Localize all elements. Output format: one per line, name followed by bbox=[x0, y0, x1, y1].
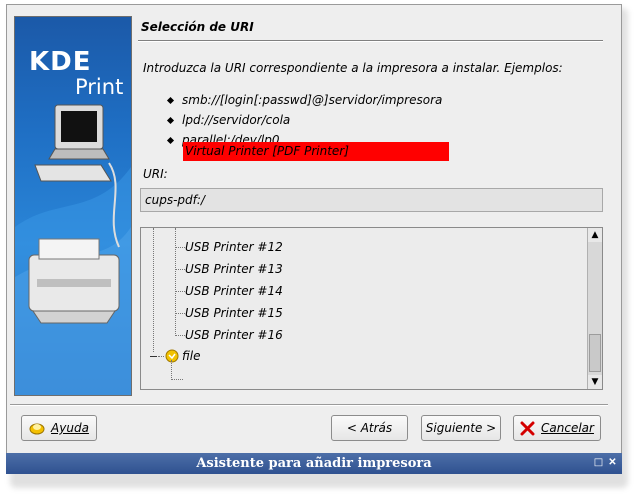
file-protocol-icon bbox=[165, 349, 179, 363]
scroll-down-icon[interactable]: ▼ bbox=[588, 375, 602, 389]
tree-item[interactable]: USB Printer #13 bbox=[185, 258, 283, 280]
tree-branch-line bbox=[175, 228, 176, 336]
bullet-icon bbox=[166, 136, 175, 145]
list-item: lpd://servidor/cola bbox=[166, 112, 442, 132]
kde-logo-text: KDE bbox=[29, 47, 92, 77]
example-text: lpd://servidor/cola bbox=[182, 113, 291, 127]
tree-item[interactable]: USB Printer #16 bbox=[185, 324, 283, 346]
print-logo-text: Print bbox=[75, 75, 124, 99]
tree-expander[interactable] bbox=[149, 352, 158, 361]
help-button[interactable]: Ayuda bbox=[21, 415, 97, 441]
window-titlebar[interactable]: Asistente para añadir impresora □ ✕ bbox=[6, 453, 622, 474]
help-label: Ayuda bbox=[51, 421, 89, 435]
tree-content: USB Printer #12 USB Printer #13 USB Prin… bbox=[141, 228, 587, 389]
page-title: Selección de URI bbox=[141, 20, 254, 34]
tree-connector bbox=[175, 291, 185, 292]
selected-printer-item[interactable]: Virtual Printer [PDF Printer] bbox=[183, 142, 449, 161]
tree-item[interactable]: USB Printer #12 bbox=[185, 236, 283, 258]
uri-input[interactable]: cups-pdf:/ bbox=[140, 188, 603, 212]
help-lifebuoy-icon bbox=[29, 423, 45, 435]
cancel-label: Cancelar bbox=[541, 421, 594, 435]
bullet-icon bbox=[166, 116, 175, 125]
tree-connector bbox=[175, 335, 185, 336]
back-label: < Atrás bbox=[346, 421, 393, 435]
tree-item[interactable]: USB Printer #14 bbox=[185, 280, 283, 302]
tree-connector bbox=[175, 269, 185, 270]
tree-connector bbox=[175, 247, 185, 248]
next-label: Siguiente > bbox=[425, 421, 497, 435]
intro-text: Introduzca la URI correspondiente a la i… bbox=[143, 61, 563, 75]
tree-branch-line bbox=[171, 360, 172, 380]
tree-connector bbox=[171, 379, 183, 380]
back-button[interactable]: < Atrás bbox=[331, 415, 408, 441]
next-button[interactable]: Siguiente > bbox=[421, 415, 501, 441]
scroll-thumb[interactable] bbox=[589, 334, 601, 372]
window-title: Asistente para añadir impresora bbox=[196, 456, 432, 471]
kdeprint-banner: KDE Print bbox=[14, 16, 132, 396]
tree-branch-line bbox=[153, 228, 154, 356]
cancel-x-icon bbox=[520, 421, 535, 435]
title-divider bbox=[138, 40, 603, 42]
tree-item-file[interactable]: file bbox=[182, 345, 200, 367]
tree-item[interactable]: USB Printer #15 bbox=[185, 302, 283, 324]
button-divider bbox=[10, 404, 608, 406]
cancel-button[interactable]: Cancelar bbox=[513, 415, 601, 441]
example-text: smb://[login[:passwd]@]servidor/impresor… bbox=[182, 93, 443, 107]
list-item: smb://[login[:passwd]@]servidor/impresor… bbox=[166, 92, 443, 112]
close-icon[interactable]: ✕ bbox=[607, 457, 618, 468]
printer-tree[interactable]: USB Printer #12 USB Printer #13 USB Prin… bbox=[140, 227, 603, 390]
bullet-icon bbox=[166, 96, 175, 105]
maximize-icon[interactable]: □ bbox=[593, 457, 604, 468]
scroll-up-icon[interactable]: ▲ bbox=[588, 228, 602, 242]
tree-scrollbar[interactable]: ▲ ▼ bbox=[587, 228, 602, 389]
tree-connector bbox=[175, 313, 185, 314]
uri-label: URI: bbox=[143, 167, 168, 181]
